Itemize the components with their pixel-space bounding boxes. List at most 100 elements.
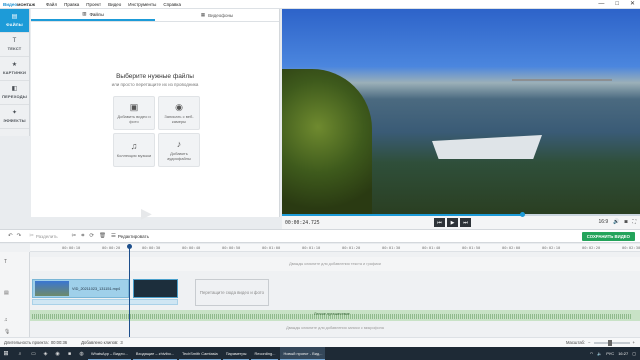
windows-taskbar: ⊞ ⌕ ▭ ◈ ◉ ■ ◍ WhatsApp – Видео... Входящ… [0, 347, 640, 360]
edit-toolbar: ↶ ↷ ✂ Разделить ✂ ⌗ ⟳ 🗑 ☰ Редактировать … [0, 229, 640, 243]
app-logo: ВидеоМОНТАЖ [0, 2, 35, 7]
menu-project[interactable]: Проект [86, 2, 101, 7]
zoom-out-icon[interactable]: − [588, 340, 590, 345]
drop-zone[interactable]: Перетащите сюда видео и фото [195, 279, 269, 306]
add-files-grid: ▣ Добавить видео и фото ◉ Записать с веб… [113, 96, 201, 167]
undo-icon[interactable]: ↶ [8, 233, 13, 239]
ruler-tick: 00:00:20 [102, 245, 121, 250]
tab-files[interactable]: ▥ Файлы [31, 9, 155, 21]
zoom-slider-knob[interactable] [607, 339, 612, 346]
network-icon[interactable]: ◠ [590, 351, 594, 356]
sidebar: ▤ ФАЙЛЫ T ТЕКСТ ★ КАРТИНКИ ◧ ПЕРЕХОДЫ ✦ … [0, 9, 30, 136]
search-icon[interactable]: ⌕ [12, 351, 28, 357]
film-icon: ▦ [200, 12, 206, 17]
menu-tools[interactable]: Инструменты [128, 2, 156, 7]
ruler-tick: 00:00:50 [222, 245, 241, 250]
menu-file[interactable]: Файл [46, 2, 57, 7]
crop-icon[interactable]: ⌗ [81, 233, 84, 240]
explorer-icon[interactable]: ■ [64, 348, 75, 359]
video-clip[interactable] [133, 279, 178, 298]
store-icon[interactable]: ◍ [76, 348, 87, 359]
record-webcam-button[interactable]: ◉ Записать с веб-камеры [158, 96, 200, 130]
timeline-ruler[interactable]: 00:00:10 00:00:20 00:00:30 00:00:40 00:00:50… [30, 244, 640, 252]
taskbar-app-whatsapp[interactable]: WhatsApp – Видео... [88, 347, 131, 360]
ruler-tick: 00:01:00 [262, 245, 281, 250]
split-icon[interactable]: ✂ [29, 233, 34, 239]
clock[interactable]: 16:27 [618, 351, 628, 356]
edit-icon[interactable]: ☰ [111, 233, 116, 239]
volume-tray-icon[interactable]: 🔈 [597, 351, 602, 356]
edge-icon[interactable]: ◈ [40, 348, 51, 359]
mic-track-icon: 🎙 [4, 329, 11, 335]
track-headers: T ▤ ♫ 🎙 [0, 252, 30, 337]
sidebar-item-label: ЭФФЕКТЫ [3, 118, 26, 123]
edit-label[interactable]: Редактировать [118, 234, 149, 239]
next-button[interactable]: ⏭ [460, 218, 471, 227]
redo-icon[interactable]: ↷ [17, 233, 22, 239]
timeline: 00:00:10 00:00:20 00:00:30 00:00:40 00:00:50… [0, 244, 640, 337]
cut-icon[interactable]: ✂ [72, 233, 77, 239]
zoom-in-icon[interactable]: + [633, 340, 635, 345]
music-collection-button[interactable]: ♫ Коллекция музыки [113, 133, 155, 167]
voice-lane[interactable]: Дважды кликните для добавления записи с … [30, 323, 640, 333]
chrome-icon[interactable]: ◉ [52, 348, 63, 359]
preview-frame[interactable] [282, 9, 640, 214]
notifications-icon[interactable]: ▢ [632, 351, 636, 356]
card-label: Записать с веб-камеры [164, 113, 194, 124]
snapshot-icon[interactable]: ◙ [624, 219, 627, 225]
clip-audio-strip[interactable] [32, 299, 178, 305]
taskbar-app-camtasia[interactable]: TechSmith Camtasia [179, 347, 221, 360]
volume-icon[interactable]: 🔊 [613, 219, 619, 225]
aspect-ratio-select[interactable]: 16:9 [598, 219, 608, 225]
close-button[interactable]: ✕ [630, 1, 635, 7]
sidebar-item-transitions[interactable]: ◧ ПЕРЕХОДЫ [0, 81, 29, 105]
playhead[interactable] [126, 244, 132, 337]
add-audio-button[interactable]: ♪ Добавить аудиофайлы [158, 133, 200, 167]
taskbar-app-recording[interactable]: Recording... [251, 347, 279, 360]
sidebar-item-files[interactable]: ▤ ФАЙЛЫ [0, 9, 29, 33]
video-lane[interactable]: VID_20211023_131151.mp4 Перетащите сюда … [30, 275, 640, 309]
start-icon[interactable]: ⊞ [0, 347, 12, 360]
duration-label: Длительность проекта: [4, 340, 49, 345]
text-track-icon: T [4, 259, 8, 265]
menu-edit[interactable]: Правка [64, 2, 79, 7]
preview-progress[interactable] [282, 212, 640, 217]
delete-icon[interactable]: 🗑 [99, 233, 106, 239]
webcam-icon: ◉ [175, 101, 183, 112]
previous-button[interactable]: ⏮ [434, 218, 445, 227]
tab-label: Файлы [89, 11, 104, 17]
add-video-photo-button[interactable]: ▣ Добавить видео и фото [113, 96, 155, 130]
music-lane[interactable]: Легкое путешествие [30, 310, 640, 321]
fullscreen-icon[interactable]: ⛶ [632, 219, 636, 225]
task-view-icon[interactable]: ▭ [28, 348, 39, 359]
effects-icon: ✦ [11, 110, 18, 116]
text-lane[interactable]: Дважды кликните для добавления текста и … [30, 257, 640, 271]
taskbar-app-inbox[interactable]: Входящие – zhivibo... [132, 347, 178, 360]
music-clip-label: Легкое путешествие [314, 312, 350, 316]
title-bar: ВидеоМОНТАЖ Файл Правка Проект Видео Инс… [0, 0, 640, 9]
split-label[interactable]: Разделить [36, 234, 58, 239]
taskbar-app-settings[interactable]: Параметры [222, 347, 250, 360]
video-track-icon: ▤ [4, 290, 9, 296]
maximize-button[interactable]: □ [615, 1, 619, 7]
sidebar-item-effects[interactable]: ✦ ЭФФЕКТЫ [0, 105, 29, 129]
menu-help[interactable]: Справка [163, 2, 181, 7]
files-icon: ▤ [11, 14, 18, 20]
star-icon: ★ [11, 62, 18, 68]
menu-video[interactable]: Видео [108, 2, 121, 7]
tab-video-backgrounds[interactable]: ▦ Видеофоны [155, 9, 279, 21]
rotate-icon[interactable]: ⟳ [89, 233, 94, 239]
minimize-button[interactable]: — [598, 1, 604, 7]
video-clip[interactable]: VID_20211023_131151.mp4 [32, 279, 129, 298]
ruler-tick: 00:02:30 [622, 245, 640, 250]
sidebar-item-text[interactable]: T ТЕКСТ [0, 33, 29, 57]
system-tray: ◠ 🔈 РУС 16:27 ▢ [590, 351, 640, 356]
sidebar-item-pictures[interactable]: ★ КАРТИНКИ [0, 57, 29, 81]
taskbar-app-video-editor[interactable]: Новый проект - Вид... [280, 347, 326, 360]
clip-name: VID_20211023_131151.mp4 [72, 286, 120, 291]
save-video-button[interactable]: СОХРАНИТЬ ВИДЕО [581, 232, 635, 241]
preview-controls: 00:00:24.725 ⏮ ▶ ⏭ 16:9 🔊 ◙ ⛶ [282, 217, 640, 229]
language-indicator[interactable]: РУС [606, 351, 614, 356]
zoom-slider[interactable] [593, 339, 630, 346]
play-button[interactable]: ▶ [447, 218, 458, 227]
